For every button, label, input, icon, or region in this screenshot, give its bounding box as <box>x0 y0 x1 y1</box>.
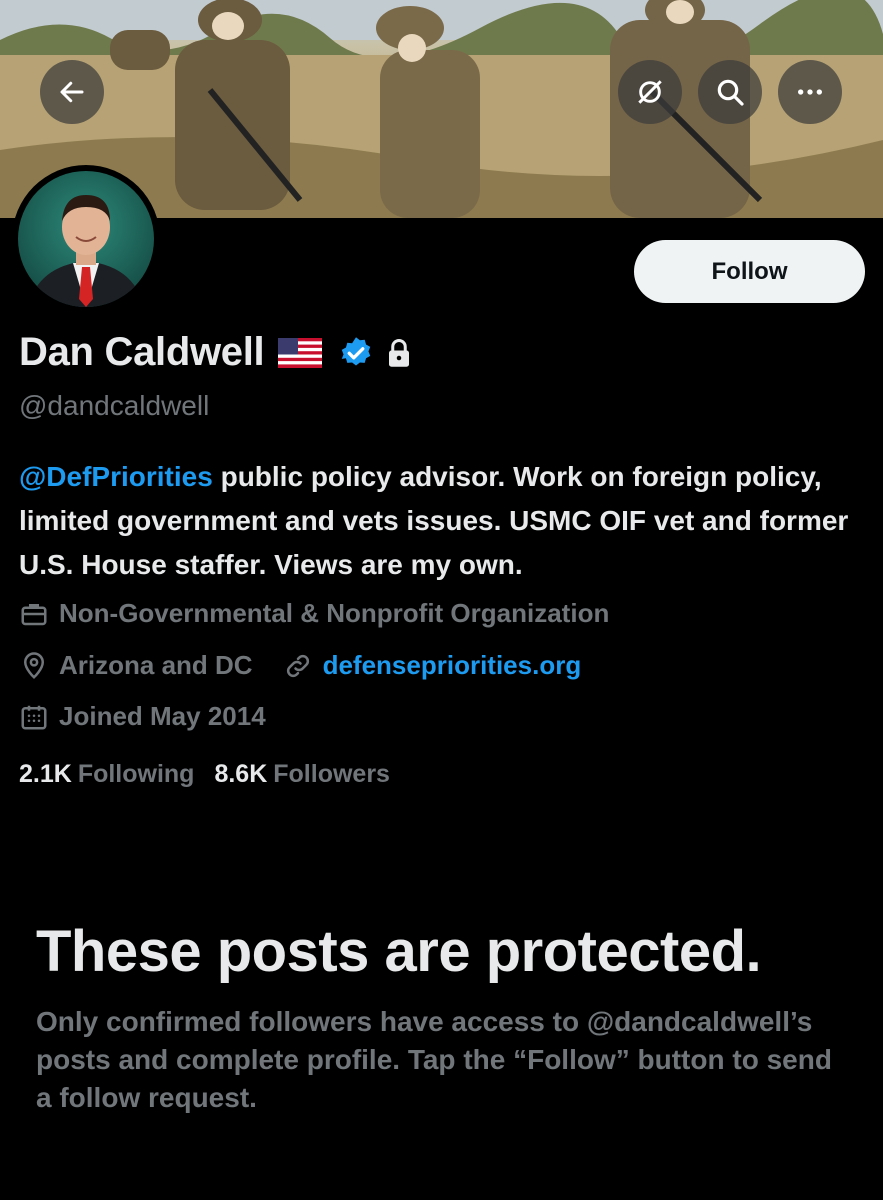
location-label: Arizona and DC <box>59 650 253 680</box>
calendar-icon <box>21 705 47 729</box>
profile-handle: @dandcaldwell <box>19 390 210 421</box>
name-row: Dan Caldwell <box>19 330 412 375</box>
link-icon <box>286 654 309 677</box>
website-link[interactable]: defensepriorities.org <box>323 650 582 681</box>
avatar[interactable] <box>12 165 160 313</box>
joined-label: Joined May 2014 <box>59 701 266 731</box>
follow-stats: 2.1K Following 8.6K Followers <box>19 760 390 789</box>
location-pin-icon <box>23 651 45 679</box>
profile-bio: @DefPriorities public policy advisor. Wo… <box>19 455 869 587</box>
lock-icon <box>389 338 410 367</box>
follow-button[interactable]: Follow <box>634 240 865 303</box>
arrow-left-icon <box>60 81 84 103</box>
following-label: Following <box>77 760 195 788</box>
search-button[interactable] <box>698 60 762 124</box>
share-slash-icon <box>638 80 662 104</box>
profile-joined: Joined May 2014 <box>19 701 266 732</box>
search-icon <box>717 79 744 106</box>
profile-location-website: Arizona and DC defensepriorities.org <box>19 650 581 681</box>
category-label: Non-Governmental & Nonprofit Organizatio… <box>59 598 610 628</box>
profile-category: Non-Governmental & Nonprofit Organizatio… <box>19 598 609 629</box>
followers-link[interactable]: 8.6K Followers <box>214 760 390 789</box>
following-link[interactable]: 2.1K Following <box>19 760 194 789</box>
briefcase-icon <box>21 603 47 625</box>
protected-title: These posts are protected. <box>36 919 762 984</box>
us-flag-icon <box>278 337 323 368</box>
protected-body: Only confirmed followers have access to … <box>36 1006 832 1113</box>
share-button[interactable] <box>618 60 682 124</box>
following-count: 2.1K <box>19 760 72 788</box>
followers-label: Followers <box>273 760 390 788</box>
display-name: Dan Caldwell <box>19 330 265 374</box>
ellipsis-icon <box>798 89 822 95</box>
back-button[interactable] <box>40 60 104 124</box>
bio-mention-link[interactable]: @DefPriorities <box>19 461 213 492</box>
followers-count: 8.6K <box>214 760 268 788</box>
verified-badge-icon[interactable] <box>338 335 374 371</box>
avatar-image <box>18 171 154 307</box>
more-button[interactable] <box>778 60 842 124</box>
